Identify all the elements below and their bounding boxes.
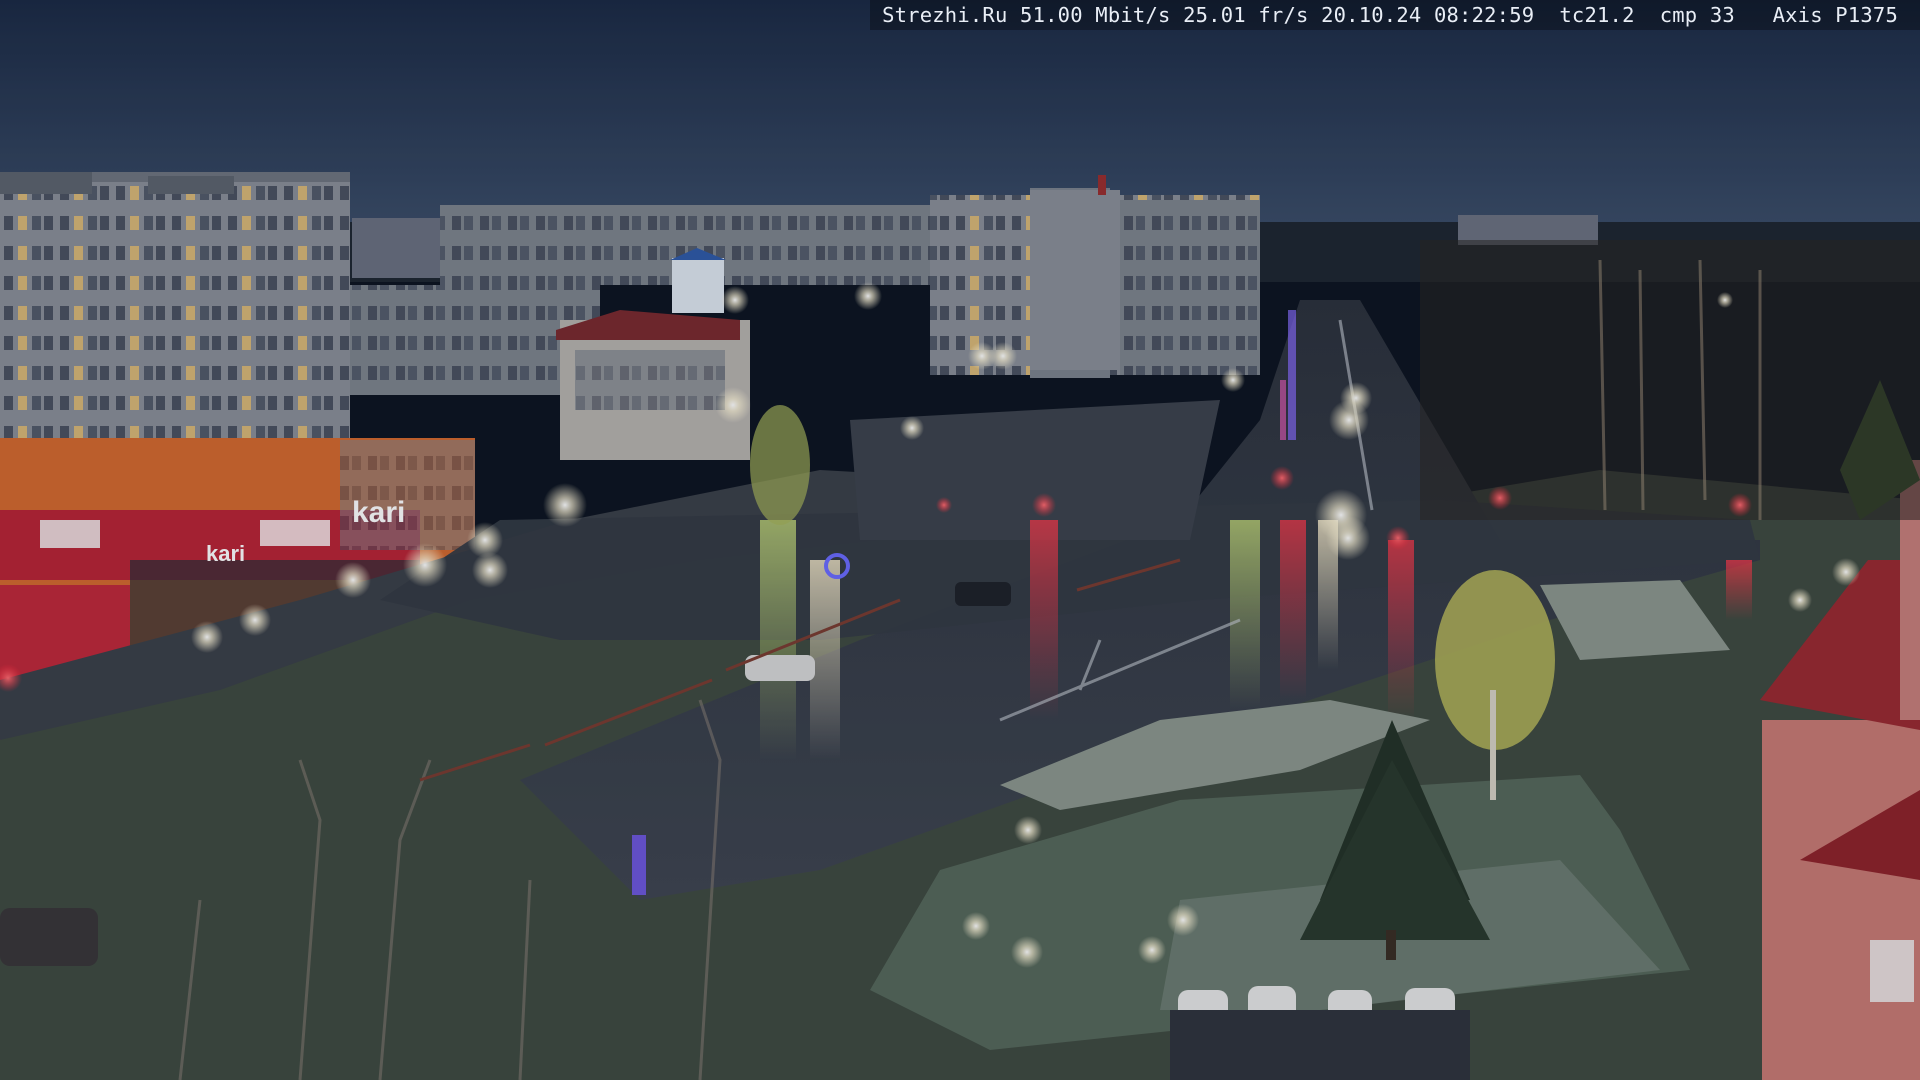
vignette — [0, 0, 1920, 1080]
city-dusk-scene: kari kari — [0, 0, 1920, 1080]
webcam-frame: kari kari Strezhi.Ru 51.00 Mbit/s 25.01 … — [0, 0, 1920, 1080]
camera-osd-overlay: Strezhi.Ru 51.00 Mbit/s 25.01 fr/s 20.10… — [870, 0, 1920, 30]
